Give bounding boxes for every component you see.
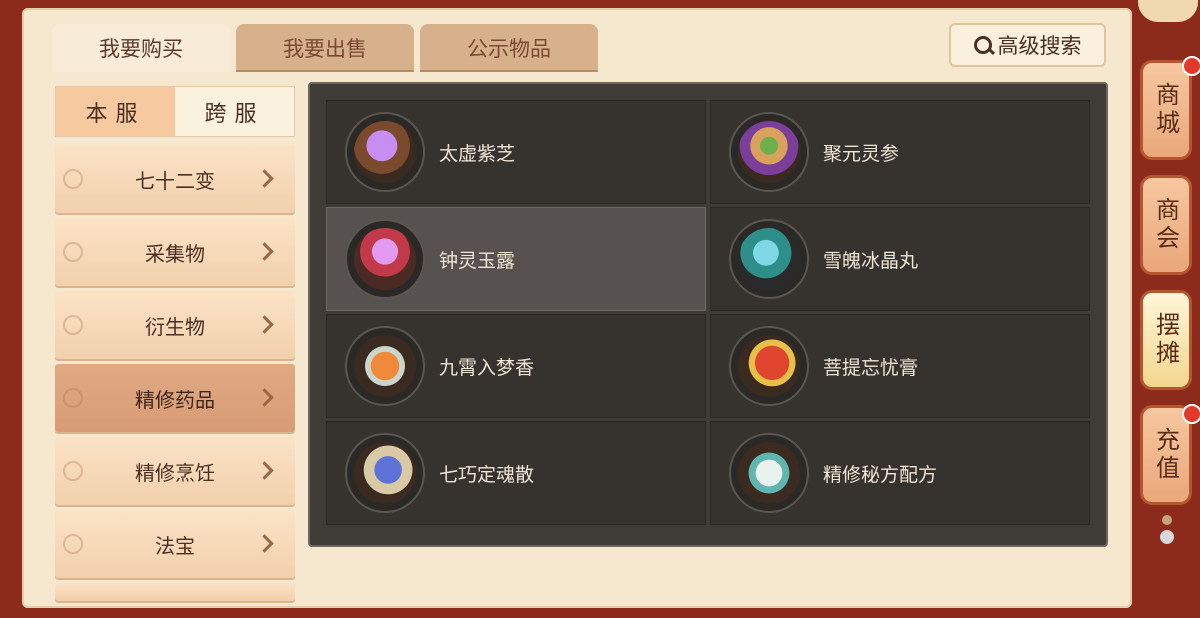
item-name: 菩提忘忧膏 [823, 356, 919, 379]
local-server-button[interactable]: 本服 [56, 87, 175, 136]
item-name: 聚元灵参 [823, 142, 900, 165]
item-cell[interactable]: 精修秘方配方 [710, 421, 1090, 525]
item-icon-frame [729, 219, 809, 299]
side-button-stall[interactable]: 摆摊 [1140, 290, 1192, 390]
swirl-icon [63, 315, 83, 335]
item-icon-frame [729, 112, 809, 192]
item-icon-frame [345, 433, 425, 513]
red-jar-icon [738, 335, 800, 397]
item-grid: 太虚紫芝 聚元灵参 钟灵玉露 雪魄冰晶丸 九霄入梦香 菩提忘忧膏 七巧定魂散 精… [308, 82, 1108, 547]
chevron-right-icon [255, 534, 274, 553]
item-cell[interactable]: 菩提忘忧膏 [710, 314, 1090, 418]
chevron-right-icon [255, 169, 274, 188]
category-label: 精修烹饪 [135, 460, 215, 485]
item-cell[interactable]: 太虚紫芝 [326, 100, 706, 204]
purple-orb-icon [354, 228, 416, 290]
category-label: 精修药品 [135, 387, 215, 412]
category-list: 七十二变 采集物 衍生物 精修药品 精修烹饪 法宝 [55, 145, 295, 601]
close-ornament[interactable] [1138, 0, 1198, 22]
item-icon-frame [729, 433, 809, 513]
category-label: 衍生物 [145, 314, 205, 339]
item-cell[interactable]: 聚元灵参 [710, 100, 1090, 204]
notification-dot-icon [1182, 56, 1200, 76]
item-icon-frame [345, 112, 425, 192]
notification-dot-icon [1182, 404, 1200, 424]
advanced-search-button[interactable]: 高级搜索 [949, 23, 1106, 67]
advanced-search-label: 高级搜索 [997, 34, 1082, 58]
item-icon-frame [345, 326, 425, 406]
category-item[interactable]: 采集物 [55, 218, 295, 286]
recipe-scroll-icon [738, 442, 800, 504]
item-name: 九霄入梦香 [439, 356, 535, 379]
category-item[interactable]: 精修烹饪 [55, 437, 295, 505]
item-cell[interactable]: 雪魄冰晶丸 [710, 207, 1090, 311]
item-cell[interactable]: 九霄入梦香 [326, 314, 706, 418]
chevron-right-icon [255, 388, 274, 407]
category-item[interactable]: 七十二变 [55, 145, 295, 213]
category-label: 法宝 [155, 533, 195, 558]
item-name: 钟灵玉露 [439, 249, 516, 272]
category-item-partial[interactable] [55, 583, 295, 601]
incense-burner-icon [354, 335, 416, 397]
item-name: 七巧定魂散 [439, 463, 535, 486]
side-button-guild-shop[interactable]: 商会 [1140, 175, 1192, 275]
item-name: 太虚紫芝 [439, 142, 516, 165]
tab-buy[interactable]: 我要购买 [52, 24, 230, 72]
trade-tabs: 我要购买 我要出售 公示物品 [52, 24, 598, 72]
tab-public-items[interactable]: 公示物品 [420, 24, 598, 72]
chevron-right-icon [255, 461, 274, 480]
category-item-selected[interactable]: 精修药品 [55, 364, 295, 432]
item-icon-frame [345, 219, 425, 299]
side-button-mall[interactable]: 商城 [1140, 60, 1192, 160]
swirl-icon [63, 169, 83, 189]
category-item[interactable]: 衍生物 [55, 291, 295, 359]
bell-charm-icon [1162, 515, 1172, 525]
item-name: 雪魄冰晶丸 [823, 249, 919, 272]
cross-server-button[interactable]: 跨服 [175, 87, 294, 136]
vase-icon [354, 442, 416, 504]
swirl-icon [63, 534, 83, 554]
swirl-icon [63, 242, 83, 262]
server-toggle: 本服 跨服 [55, 86, 295, 137]
chevron-right-icon [255, 242, 274, 261]
crystal-box-icon [738, 228, 800, 290]
category-item[interactable]: 法宝 [55, 510, 295, 578]
item-cell-selected[interactable]: 钟灵玉露 [326, 207, 706, 311]
swirl-icon [63, 461, 83, 481]
chevron-right-icon [255, 315, 274, 334]
category-label: 七十二变 [135, 168, 215, 193]
ginseng-icon [738, 121, 800, 183]
item-icon-frame [729, 326, 809, 406]
swirl-icon [63, 388, 83, 408]
purple-lingzhi-icon [354, 121, 416, 183]
category-label: 采集物 [145, 241, 205, 266]
search-icon [973, 36, 992, 54]
item-name: 精修秘方配方 [823, 463, 938, 486]
item-cell[interactable]: 七巧定魂散 [326, 421, 706, 525]
tab-sell[interactable]: 我要出售 [236, 24, 414, 72]
bell-charm-icon [1160, 530, 1174, 544]
